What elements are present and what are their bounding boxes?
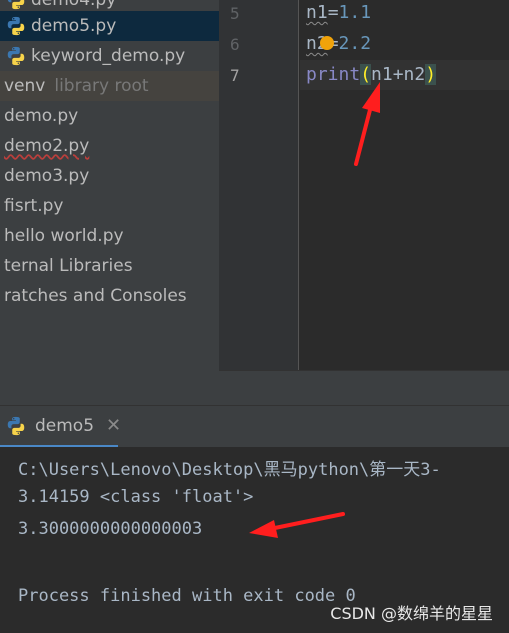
code-token: n1 — [306, 2, 328, 23]
line-number: 5 — [230, 4, 240, 23]
project-tree-item[interactable]: demo5.py — [0, 11, 219, 41]
project-tool-window: demo4.py demo5.py keyword_demo.pyvenv libra… — [0, 0, 219, 405]
code-token: 1.1 — [338, 2, 372, 23]
project-tree-item[interactable]: keyword_demo.py — [0, 41, 219, 71]
project-tree-item[interactable]: demo3.py — [0, 161, 219, 191]
project-tree-item[interactable]: ratches and Consoles — [0, 281, 219, 311]
run-tool-window-header: demo5 ✕ — [0, 405, 509, 448]
project-tree-item[interactable]: demo2.py — [0, 131, 219, 161]
python-file-icon — [7, 16, 25, 36]
code-line-7[interactable]: print(n1+n2) — [306, 64, 437, 85]
code-token: print — [306, 64, 361, 85]
console-line: C:\Users\Lenovo\Desktop\黑马python\第一天3- — [18, 460, 441, 480]
project-tree-item-label: demo2.py — [4, 136, 90, 156]
code-token: 2.2 — [338, 33, 372, 54]
project-tree-item-label: hello world.py — [4, 226, 124, 246]
project-tree-item-label: demo4.py — [31, 0, 117, 10]
code-token: = — [327, 2, 339, 23]
console-line: Process finished with exit code 0 — [18, 586, 356, 606]
intention-bulb-icon[interactable] — [320, 36, 334, 50]
code-line-5[interactable]: n1=1.1 — [306, 2, 371, 23]
editor-gutter: 5 6 7 — [219, 0, 299, 370]
run-tab-label: demo5 — [35, 415, 95, 436]
project-tree-item[interactable]: hello world.py — [0, 221, 219, 251]
run-tab-demo5[interactable]: demo5 ✕ — [0, 406, 121, 448]
line-number: 6 — [230, 35, 240, 54]
project-tree-item[interactable]: demo.py — [0, 101, 219, 131]
code-token: ) — [425, 64, 437, 85]
project-tree-item-label: fisrt.py — [4, 196, 64, 216]
code-editor[interactable]: n1=1.1 n2=2.2 print(n1+n2) — [300, 0, 509, 370]
code-token: n1+n2 — [371, 64, 426, 85]
project-tree-item-label: ratches and Consoles — [4, 286, 187, 306]
project-tree-item[interactable]: ternal Libraries — [0, 251, 219, 281]
project-tree-item[interactable]: venv library root — [0, 71, 219, 101]
project-tree-item-label: ternal Libraries — [4, 256, 133, 276]
project-tree-item-label: keyword_demo.py — [31, 46, 186, 66]
python-run-icon — [7, 416, 25, 435]
project-tree-item-label: demo5.py — [31, 16, 117, 36]
python-file-icon — [7, 46, 25, 66]
project-tree-item-label: demo.py — [4, 106, 79, 126]
line-number-current: 7 — [230, 66, 240, 85]
project-tree-item-label: venv — [4, 76, 46, 96]
library-root-hint: library root — [54, 76, 149, 96]
code-line-6[interactable]: n2=2.2 — [306, 33, 371, 54]
editor-status-strip — [219, 370, 509, 405]
project-tree-item[interactable]: fisrt.py — [0, 191, 219, 221]
watermark: CSDN @数绵羊的星星 — [330, 604, 493, 623]
console-line: 3.14159 <class 'float'> — [18, 487, 254, 507]
code-token: ( — [360, 64, 372, 85]
python-file-icon — [7, 0, 25, 10]
console-line: 3.3000000000000003 — [18, 519, 203, 539]
project-tree-item-label: demo3.py — [4, 166, 90, 186]
close-icon[interactable]: ✕ — [106, 415, 121, 436]
